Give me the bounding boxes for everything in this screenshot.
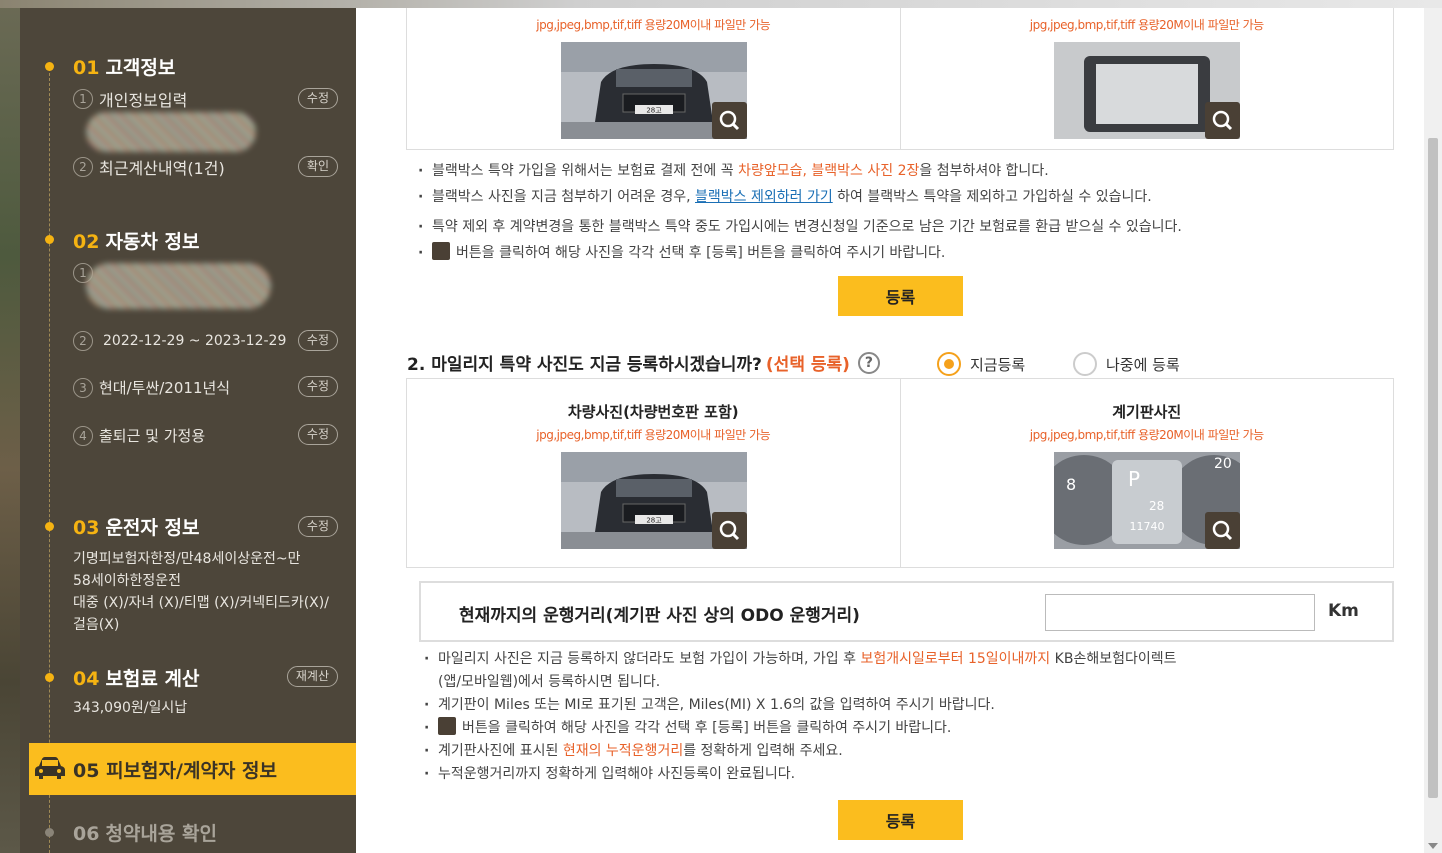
step-dot-4 [45, 673, 54, 682]
step-title-3: 03 운전자 정보 [73, 517, 200, 539]
mileage-register-button[interactable]: 등록 [838, 800, 963, 840]
timeline-line [49, 68, 50, 853]
step-title-1: 01 고객정보 [73, 57, 176, 79]
odometer-input[interactable] [1045, 594, 1315, 631]
blackbox-register-button[interactable]: 등록 [838, 276, 963, 316]
search-icon [719, 110, 740, 131]
mileage-dash-photo-col: 계기판사진 jpg,jpeg,bmp,tif,tiff 용량20M이내 파일만 … [899, 379, 1394, 567]
radio-checked[interactable] [937, 352, 961, 376]
note: 블랙박스 사진을 지금 첨부하기 어려운 경우, 블랙박스 제외하러 가기 하여… [418, 184, 1182, 210]
edit-personal-info-button[interactable]: 수정 [297, 88, 338, 109]
step-dot-6 [45, 828, 54, 837]
scrollbar-thumb[interactable] [1428, 138, 1438, 798]
note: 특약 제외 후 계약변경을 통한 블랙박스 특약 중도 가입시에는 변경신청일 … [418, 214, 1182, 240]
svg-text:28고: 28고 [646, 517, 662, 525]
magnify-button[interactable] [712, 512, 747, 549]
blackbox-notes: 블랙박스 특약 가입을 위해서는 보험료 결제 전에 꼭 차량앞모습, 블랙박스… [418, 158, 1182, 266]
col-title: 계기판사진 [1112, 403, 1182, 421]
step2-sub4: 4 출퇴근 및 가정용 [73, 425, 205, 446]
scroll-down-arrow[interactable] [1428, 843, 1438, 849]
search-icon [1212, 520, 1232, 541]
magnify-button[interactable] [1204, 512, 1240, 549]
note: 누적운행거리까지 정확하게 입력해야 사진등록이 완료됩니다. [424, 763, 1176, 786]
note: 계기판사진에 표시된 현재의 누적운행거리를 정확하게 입력해 주세요. [424, 740, 1176, 763]
blackbox-thumbnail [1053, 42, 1240, 139]
blackbox-photo-box: jpg,jpeg,bmp,tif,tiff 용량20M이내 파일만 가능 28고 [406, 8, 1394, 150]
step-title-4: 04 보험료 계산 [73, 668, 200, 690]
edit-car-model-button[interactable]: 수정 [297, 376, 338, 397]
note: 버튼을 클릭하여 해당 사진을 각각 선택 후 [등록] 버튼을 클릭하여 주시… [424, 717, 1176, 740]
odometer-label: 현재까지의 운행거리(계기판 사진 상의 ODO 운행거리) [459, 606, 860, 626]
svg-text:11740: 11740 [1129, 520, 1164, 533]
step-dot-2 [45, 235, 54, 244]
file-hint: jpg,jpeg,bmp,tif,tiff 용량20M이내 파일만 가능 [536, 18, 771, 32]
recalculate-button[interactable]: 재계산 [286, 666, 338, 687]
mileage-car-photo-col: 차량사진(차량번호판 포함) jpg,jpeg,bmp,tif,tiff 용량2… [407, 379, 900, 567]
driver-info: 기명피보험자한정/만48세이상운전~만 58세이하한정운전 대중 (X)/자녀 … [73, 551, 329, 633]
premium-amount: 343,090원/일시납 [73, 700, 188, 716]
odometer-box: 현재까지의 운행거리(계기판 사진 상의 ODO 운행거리) Km [419, 581, 1394, 642]
car-front-thumbnail: 28고 [561, 452, 747, 549]
svg-text:20: 20 [1214, 456, 1232, 472]
step-dot-3 [45, 522, 54, 531]
radio-register-later[interactable]: 나중에 등록 [1073, 352, 1180, 376]
scrollbar[interactable] [1424, 8, 1442, 853]
check-history-button[interactable]: 확인 [297, 156, 338, 177]
redacted-vehicle-number [86, 263, 271, 309]
note: 블랙박스 특약 가입을 위해서는 보험료 결제 전에 꼭 차량앞모습, 블랙박스… [418, 158, 1182, 184]
step2-sub2: 2 2022-12-29 ~ 2023-12-29 [73, 331, 286, 351]
redacted-personal-info [86, 112, 256, 152]
car-icon [35, 757, 65, 779]
svg-text:8: 8 [1066, 475, 1076, 494]
exclude-blackbox-link[interactable]: 블랙박스 제외하러 가기 [695, 189, 833, 205]
step-title-5: 05 피보험자/계약자 정보 [73, 760, 277, 782]
background-strip [0, 0, 20, 853]
note: 버튼을 클릭하여 해당 사진을 각각 선택 후 [등록] 버튼을 클릭하여 주시… [418, 240, 1182, 266]
step-title-6: 06 청약내용 확인 [73, 823, 217, 845]
mileage-notes: 마일리지 사진은 지금 등록하지 않더라도 보험 가입이 가능하며, 가입 후 … [424, 648, 1176, 786]
step2-sub3: 3 현대/투싼/2011년식 [73, 377, 230, 398]
edit-usage-button[interactable]: 수정 [297, 424, 338, 445]
magnify-button[interactable] [712, 102, 747, 139]
mileage-question: 2. 마일리지 특약 사진도 지금 등록하시겠습니까? (선택 등록) ? [407, 350, 880, 375]
radio-register-now[interactable]: 지금등록 [937, 352, 1025, 376]
search-icon [719, 520, 740, 541]
main-content: jpg,jpeg,bmp,tif,tiff 용량20M이내 파일만 가능 28고 [356, 8, 1424, 853]
help-icon[interactable]: ? [857, 351, 880, 374]
note: 계기판이 Miles 또는 MI로 표기된 고객은, Miles(MI) X 1… [424, 694, 1176, 717]
file-hint: jpg,jpeg,bmp,tif,tiff 용량20M이내 파일만 가능 [1029, 18, 1264, 32]
step-dot-1 [45, 62, 54, 71]
top-strip [0, 0, 1442, 8]
search-icon [1212, 110, 1232, 131]
note: 마일리지 사진은 지금 등록하지 않더라도 보험 가입이 가능하며, 가입 후 … [424, 648, 1176, 671]
file-hint: jpg,jpeg,bmp,tif,tiff 용량20M이내 파일만 가능 [536, 428, 771, 442]
svg-text:P: P [1128, 467, 1140, 491]
search-icon [432, 242, 450, 260]
radio-unchecked[interactable] [1073, 352, 1097, 376]
mileage-photo-box: 차량사진(차량번호판 포함) jpg,jpeg,bmp,tif,tiff 용량2… [406, 378, 1394, 568]
step1-sub2: 2 최근계산내역(1건) [73, 155, 225, 179]
active-step-5: 05 피보험자/계약자 정보 [29, 743, 356, 795]
magnify-button[interactable] [1204, 102, 1240, 139]
note-continued: (앱/모바일웹)에서 등록하시면 됩니다. [438, 674, 661, 690]
step-title-2: 02 자동차 정보 [73, 231, 200, 253]
edit-period-button[interactable]: 수정 [297, 330, 338, 351]
edit-driver-button[interactable]: 수정 [297, 516, 338, 537]
progress-sidebar: 01 고객정보 1 개인정보입력 수정 2 최근계산내역(1건) 확인 02 자동차 정… [20, 8, 356, 853]
blackbox-device-photo-col: jpg,jpeg,bmp,tif,tiff 용량20M이내 파일만 가능 [899, 8, 1394, 149]
svg-text:28: 28 [1149, 499, 1164, 513]
odometer-unit: Km [1328, 601, 1359, 621]
step1-sub1: 1 개인정보입력 [73, 87, 187, 111]
search-icon [438, 717, 456, 735]
blackbox-car-photo-col: jpg,jpeg,bmp,tif,tiff 용량20M이내 파일만 가능 28고 [407, 8, 900, 149]
file-hint: jpg,jpeg,bmp,tif,tiff 용량20M이내 파일만 가능 [1029, 428, 1264, 442]
dashboard-thumbnail: P 28 11740 8 20 [1053, 452, 1240, 549]
col-title: 차량사진(차량번호판 포함) [567, 403, 739, 421]
car-front-thumbnail: 28고 [561, 42, 747, 139]
svg-text:28고: 28고 [646, 107, 662, 115]
